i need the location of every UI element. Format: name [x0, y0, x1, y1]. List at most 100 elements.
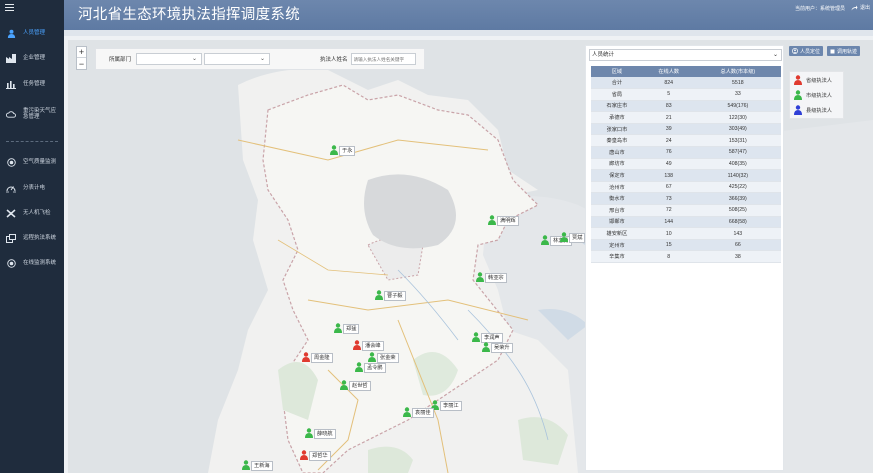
person-marker[interactable]	[488, 215, 496, 225]
marker-label[interactable]: 满明辉	[497, 216, 519, 226]
track-button[interactable]: 调用轨迹	[827, 46, 861, 56]
table-cell: 153(31)	[694, 134, 781, 148]
track-icon	[830, 49, 835, 53]
target-icon	[6, 157, 16, 167]
factory-icon	[6, 53, 16, 63]
chevron-down-icon: ⌄	[191, 56, 198, 62]
person-marker[interactable]	[476, 272, 484, 282]
person-marker[interactable]	[302, 352, 310, 362]
sidebar-item-task[interactable]: 任务管理	[0, 75, 64, 93]
person-icon	[368, 352, 376, 362]
person-icon	[541, 235, 549, 245]
table-cell: 石家庄市	[591, 100, 643, 113]
zoom-in-button[interactable]: +	[77, 47, 86, 58]
marker-label[interactable]: 李丽江	[440, 401, 462, 411]
person-icon	[375, 290, 383, 300]
table-cell: 39	[642, 123, 695, 136]
table-cell: 76	[642, 146, 695, 159]
marker-label[interactable]: 贾斌	[569, 233, 586, 243]
marker-label[interactable]: 吴荣升	[491, 343, 513, 353]
person-marker[interactable]	[334, 323, 342, 333]
marker-label[interactable]: 赵世哲	[349, 381, 371, 391]
person-marker[interactable]	[560, 232, 568, 242]
marker-label[interactable]: 于永	[339, 146, 356, 156]
sidebar-item-label: 在线监测系统	[23, 259, 57, 266]
person-marker[interactable]	[330, 145, 338, 155]
name-search-input[interactable]	[350, 53, 416, 65]
marker-label[interactable]: 潘会峰	[362, 341, 384, 351]
top-header: 河北省生态环境执法指挥调度系统 当前用户：系统管理员 退出	[64, 0, 873, 30]
sidebar-item-remote[interactable]: 远程执法系统	[0, 229, 64, 247]
table-cell: 10	[642, 227, 695, 240]
marker-label[interactable]: 王新海	[251, 461, 273, 471]
person-marker[interactable]	[541, 235, 549, 245]
stats-type-select[interactable]: 人员统计 ⌄	[589, 49, 782, 61]
person-marker[interactable]	[340, 380, 348, 390]
table-cell: 秦皇岛市	[591, 134, 643, 148]
marker-label[interactable]: 张金荣	[377, 353, 399, 363]
sidebar-item-personnel[interactable]: 人员管理	[0, 24, 64, 42]
app-title: 河北省生态环境执法指挥调度系统	[78, 7, 300, 23]
sidebar-item-air-quality[interactable]: 空气质量监测	[0, 153, 64, 171]
person-marker[interactable]	[300, 450, 308, 460]
person-marker[interactable]	[368, 352, 376, 362]
person-marker[interactable]	[403, 407, 411, 417]
marker-label[interactable]: 薛晓航	[314, 429, 336, 439]
dept-sub-select[interactable]: ⌄	[204, 53, 271, 65]
marker-label[interactable]: 郑哲华	[309, 451, 331, 461]
track-label: 调用轨迹	[837, 48, 858, 55]
person-marker[interactable]	[305, 428, 313, 438]
marker-label[interactable]: 曹子毅	[384, 291, 406, 301]
table-cell: 144	[642, 216, 695, 229]
person-marker[interactable]	[472, 332, 480, 342]
person-marker[interactable]	[355, 362, 363, 372]
person-marker[interactable]	[375, 290, 383, 300]
table-cell: 549(176)	[694, 100, 781, 113]
sidebar-item-weather[interactable]: 重污染天气应急管理	[0, 104, 64, 124]
table-row: 沧州市 67 425(22)	[591, 181, 781, 194]
marker-label[interactable]: 韩亚宗	[485, 273, 507, 283]
sidebar: 人员管理 企业管理 任务管理 重污染天气应急管理 空气质量监测 分表计电 无人机…	[0, 0, 64, 473]
zoom-out-button[interactable]: −	[77, 58, 86, 69]
table-cell: 唐山市	[591, 146, 643, 159]
table-row: 廊坊市 49 408(35)	[591, 158, 781, 171]
table-row: 辛集市 8 38	[591, 250, 781, 263]
column-header: 总人数(市本级)	[694, 66, 781, 77]
sidebar-item-enterprise[interactable]: 企业管理	[0, 49, 64, 67]
marker-label[interactable]: 袁丽佳	[412, 408, 434, 418]
table-cell: 15	[642, 239, 695, 252]
table-cell: 辛集市	[591, 250, 643, 263]
name-label: 执法人姓名	[320, 57, 348, 63]
dept-select[interactable]: ⌄	[136, 53, 203, 65]
sidebar-item-monitor[interactable]: 在线监测系统	[0, 254, 64, 272]
legend-label: 县级执法人	[806, 107, 832, 114]
column-header: 在线人数	[642, 66, 695, 77]
sidebar-item-meter[interactable]: 分表计电	[0, 179, 64, 197]
exit-button[interactable]: 退出	[851, 4, 870, 11]
drone-icon	[6, 208, 16, 218]
marker-label[interactable]: 周金隆	[311, 353, 333, 363]
locate-label: 人员定位	[800, 48, 821, 55]
locate-person-button[interactable]: 人员定位	[789, 46, 824, 56]
person-icon	[355, 362, 363, 372]
table-cell: 承德市	[591, 111, 643, 124]
marker-label[interactable]: 郑猛	[343, 324, 360, 334]
table-row: 承德市 21 122(30)	[591, 111, 781, 124]
table-cell: 67	[642, 181, 695, 194]
table-row: 石家庄市 83 549(176)	[591, 100, 781, 113]
person-marker[interactable]	[353, 340, 361, 350]
marker-label[interactable]: 孟令鹏	[364, 363, 386, 373]
table-cell: 5518	[694, 77, 781, 90]
meter-icon	[6, 183, 16, 193]
sidebar-item-drone[interactable]: 无人机飞检	[0, 204, 64, 222]
table-cell: 143	[694, 227, 781, 240]
stats-panel: 人员统计 ⌄ 区域 在线人数 总人数(市本级) 合计 824 5518 省局 5 33 石家…	[585, 45, 784, 471]
sidebar-item-label: 空气质量监测	[23, 158, 57, 165]
person-marker[interactable]	[242, 460, 250, 470]
person-marker[interactable]	[482, 342, 490, 352]
menu-toggle-icon[interactable]	[5, 4, 14, 11]
person-icon	[305, 428, 313, 438]
sidebar-item-label: 重污染天气应急管理	[23, 107, 57, 121]
table-cell: 38	[694, 250, 781, 263]
legend-item-province: 省级执法人	[794, 75, 832, 85]
